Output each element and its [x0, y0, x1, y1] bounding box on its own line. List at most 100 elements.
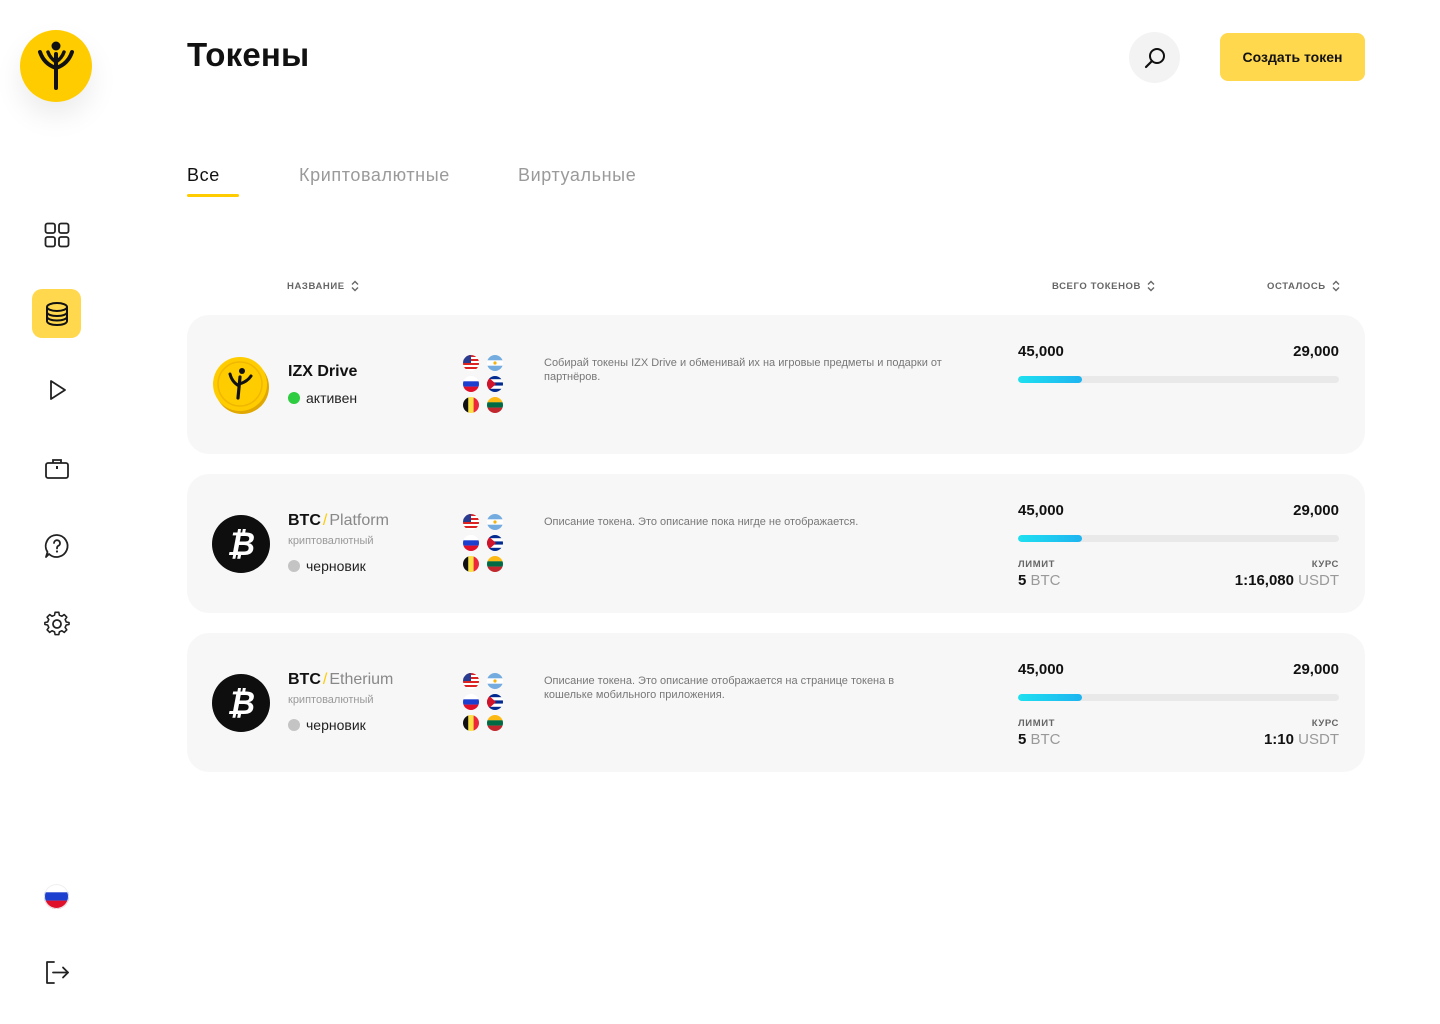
- app-logo[interactable]: [20, 30, 92, 102]
- logout-button[interactable]: [42, 958, 71, 987]
- russia-flag-icon: [463, 694, 479, 710]
- nav-tokens[interactable]: [32, 289, 81, 338]
- lithuania-flag-icon: [487, 397, 503, 413]
- column-header-name-label: НАЗВАНИЕ: [287, 280, 345, 292]
- language-selector[interactable]: [44, 884, 69, 909]
- usa-flag-icon: [463, 673, 479, 689]
- settings-gear-icon: [43, 611, 70, 635]
- country-flags: [463, 514, 505, 572]
- token-description: Собирай токены IZX Drive и обменивай их …: [544, 357, 942, 383]
- create-token-button[interactable]: Создать токен: [1220, 33, 1365, 81]
- belgium-flag-icon: [463, 715, 479, 731]
- status-text: черновик: [306, 558, 366, 574]
- name-separator: /: [322, 512, 328, 529]
- bitcoin-coin-icon: ₿: [212, 674, 270, 732]
- belgium-flag-icon: [463, 556, 479, 572]
- country-flags: [463, 673, 505, 731]
- rate-label: КУРС: [1311, 718, 1339, 729]
- tab-all[interactable]: Все: [187, 165, 220, 186]
- play-icon: [49, 379, 66, 400]
- argentina-flag-icon: [487, 514, 503, 530]
- name-separator: /: [322, 671, 328, 688]
- progress-bar-fill: [1018, 694, 1083, 701]
- limit-amount: 5: [1018, 731, 1027, 748]
- page-title: Токены: [187, 36, 310, 73]
- sort-icon: [351, 280, 359, 292]
- total-tokens-value: 45,000: [1018, 502, 1064, 519]
- rate-amount: 1:10: [1263, 731, 1294, 748]
- token-network: Etherium: [329, 671, 394, 688]
- russia-flag-icon: [463, 535, 479, 551]
- lithuania-flag-icon: [487, 556, 503, 572]
- search-icon: [1144, 47, 1165, 68]
- token-card-izx-drive[interactable]: IZX Drive активен Собирай токены IZX Dri…: [187, 315, 1365, 454]
- status-text: черновик: [306, 717, 366, 733]
- russia-flag-icon: [463, 376, 479, 392]
- nav-settings[interactable]: [32, 599, 81, 648]
- progress-bar-fill: [1018, 535, 1083, 542]
- svg-text:₿: ₿: [227, 684, 255, 722]
- nav-media[interactable]: [32, 365, 81, 414]
- rate-label: КУРС: [1311, 559, 1339, 570]
- logo-figure-icon: [38, 41, 74, 90]
- token-name-text: BTC: [288, 512, 321, 529]
- status-dot-icon: [288, 560, 300, 572]
- column-header-remaining[interactable]: ОСТАЛОСЬ: [1267, 280, 1340, 292]
- lithuania-flag-icon: [487, 715, 503, 731]
- progress-bar-fill: [1018, 376, 1083, 383]
- sort-icon: [1332, 280, 1340, 292]
- status-dot-icon: [288, 719, 300, 731]
- status-text: активен: [306, 390, 358, 406]
- status-badge: черновик: [288, 717, 366, 733]
- usa-flag-icon: [463, 514, 479, 530]
- search-button[interactable]: [1129, 32, 1180, 83]
- database-coins-icon: [45, 301, 68, 326]
- belgium-flag-icon: [463, 397, 479, 413]
- limit-amount: 5: [1018, 572, 1027, 589]
- nav-help[interactable]: [32, 521, 81, 570]
- limit-label: ЛИМИТ: [1018, 718, 1056, 729]
- status-badge: активен: [288, 390, 357, 406]
- token-card-btc-etherium[interactable]: ₿ BTC / Etherium криптовалютный черновик О…: [187, 633, 1365, 772]
- cuba-flag-icon: [487, 694, 503, 710]
- total-tokens-value: 45,000: [1018, 661, 1064, 678]
- svg-text:₿: ₿: [227, 525, 255, 563]
- rate-unit: USDT: [1298, 572, 1339, 589]
- rate-amount: 1:16,080: [1234, 572, 1294, 589]
- token-type: криптовалютный: [288, 535, 374, 547]
- column-header-remaining-label: ОСТАЛОСЬ: [1267, 280, 1326, 292]
- help-chat-icon: [44, 533, 68, 558]
- country-flags: [463, 355, 505, 413]
- token-name-text: BTC: [288, 671, 321, 688]
- logout-icon: [46, 961, 69, 984]
- token-name-text: IZX Drive: [288, 363, 358, 380]
- dashboard-grid-icon: [44, 222, 69, 247]
- progress-bar: [1018, 535, 1339, 542]
- active-tab-indicator: [187, 194, 239, 197]
- token-network: Platform: [329, 512, 389, 529]
- column-header-name[interactable]: НАЗВАНИЕ: [287, 280, 359, 292]
- token-name: BTC / Etherium: [288, 671, 393, 689]
- nav-business[interactable]: [32, 443, 81, 492]
- token-name: BTC / Platform: [288, 512, 389, 530]
- cuba-flag-icon: [487, 376, 503, 392]
- token-name: IZX Drive: [288, 363, 357, 381]
- limit-unit: BTC: [1030, 731, 1061, 748]
- column-header-total[interactable]: ВСЕГО ТОКЕНОВ: [1052, 280, 1155, 292]
- nav-dashboard[interactable]: [32, 210, 81, 259]
- argentina-flag-icon: [487, 673, 503, 689]
- briefcase-icon: [44, 458, 69, 479]
- limit-label: ЛИМИТ: [1018, 559, 1056, 570]
- tab-crypto[interactable]: Криптовалютные: [299, 165, 450, 186]
- limit-unit: BTC: [1030, 572, 1061, 589]
- token-card-btc-platform[interactable]: ₿ BTC / Platform криптовалютный черновик О…: [187, 474, 1365, 613]
- tab-virtual[interactable]: Виртуальные: [518, 165, 636, 186]
- bitcoin-coin-icon: ₿: [212, 515, 270, 573]
- token-description: Описание токена. Это описание отображает…: [544, 675, 895, 701]
- izx-coin-icon: [212, 356, 270, 414]
- limit-value: 5 BTC: [1018, 731, 1061, 748]
- status-dot-icon: [288, 392, 300, 404]
- sort-icon: [1147, 280, 1155, 292]
- token-type: криптовалютный: [288, 694, 374, 706]
- rate-value: 1:16,080 USDT: [1235, 572, 1339, 589]
